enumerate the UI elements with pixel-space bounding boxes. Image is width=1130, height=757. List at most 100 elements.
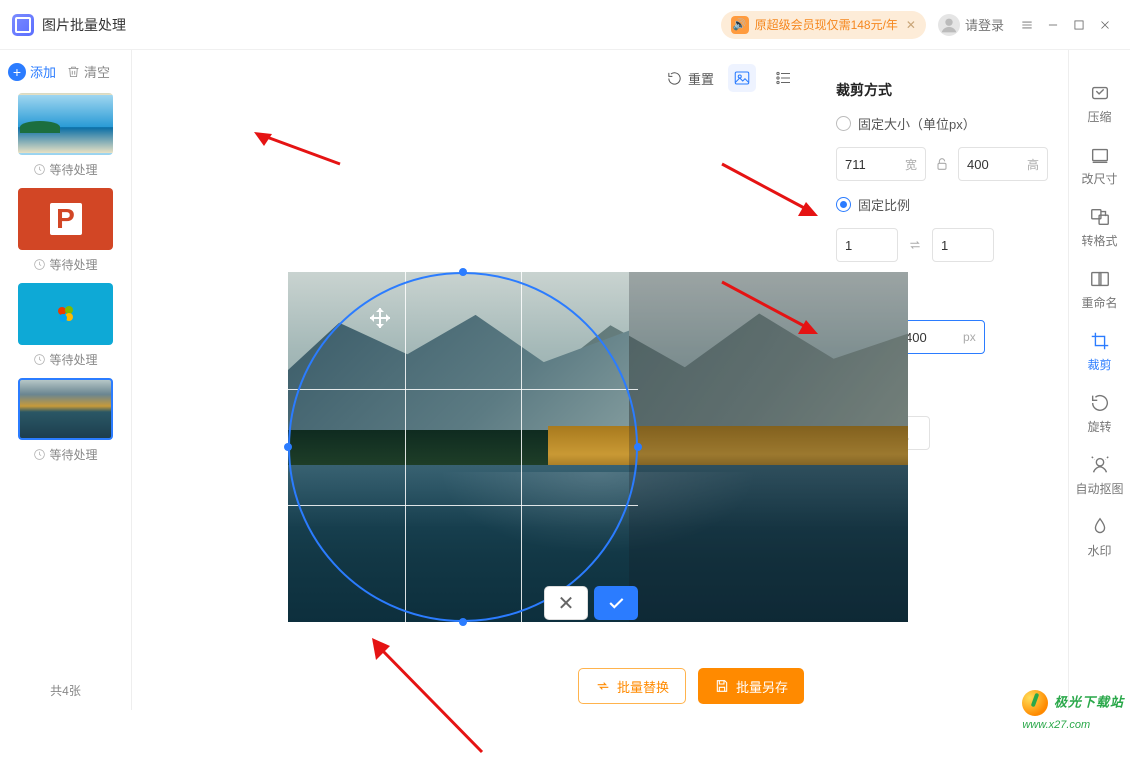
watermark-icon [1089,516,1111,538]
width-input[interactable] [837,157,897,172]
crop-handle[interactable] [284,443,292,451]
tool-rename[interactable]: 重命名 [1075,260,1125,318]
radio-fixed-ratio-label: 固定比例 [858,195,910,214]
ratio-b-input[interactable] [933,238,993,253]
login-text: 请登录 [965,15,1004,34]
height-input-box[interactable]: 高 [958,147,1048,181]
tool-compress[interactable]: 压缩 [1075,74,1125,132]
crop-handle[interactable] [459,618,467,626]
clock-icon [33,258,46,271]
clock-icon [33,163,46,176]
radius-input-box[interactable]: px [896,320,985,354]
clock-icon [33,448,46,461]
crop-selection[interactable] [288,272,638,622]
radio-fixed-size-label: 固定大小（单位px） [858,114,976,133]
clock-icon [33,353,46,366]
clear-button[interactable]: 清空 [66,62,110,81]
site-watermark: 极光下载站 www.x27.com [1022,690,1124,731]
thumb-item[interactable]: 等待处理 [10,93,121,178]
reset-label: 重置 [688,69,714,88]
thumb-image: P [18,188,113,250]
replace-icon [595,678,611,694]
tool-watermark[interactable]: 水印 [1075,508,1125,566]
thumb-item[interactable]: 等待处理 [10,378,121,463]
ratio-b-input-box[interactable] [932,228,994,262]
thumb-status: 等待处理 [10,351,121,368]
reset-button[interactable]: 重置 [666,69,714,88]
radio-icon [836,197,851,212]
tool-resize[interactable]: 改尺寸 [1075,136,1125,194]
radius-suffix: px [955,330,984,344]
plus-icon: + [8,63,26,81]
batch-replace-button[interactable]: 批量替换 [578,668,686,704]
batch-save-label: 批量另存 [736,677,788,696]
radio-fixed-size[interactable]: 固定大小（单位px） [836,114,1050,133]
batch-replace-label: 批量替换 [617,677,669,696]
add-label: 添加 [30,62,56,81]
app-logo-icon [12,14,34,36]
menu-button[interactable] [1014,12,1040,38]
login-button[interactable]: 请登录 [938,14,1004,36]
view-image-button[interactable] [728,64,756,92]
thumb-image [18,378,113,440]
maximize-button[interactable] [1066,12,1092,38]
close-button[interactable] [1092,12,1118,38]
watermark-logo-icon [1022,690,1048,716]
tool-rotate[interactable]: 旋转 [1075,384,1125,442]
crop-handle[interactable] [634,443,642,451]
lock-icon[interactable] [934,156,950,172]
tool-convert[interactable]: 转格式 [1075,198,1125,256]
move-cursor-icon [370,308,390,328]
image-icon [733,69,751,87]
crop-icon [1089,330,1111,352]
section-crop-method: 裁剪方式 [836,80,1050,100]
height-input[interactable] [959,157,1019,172]
radio-icon [836,116,851,131]
user-icon [938,14,960,36]
annotation-arrow [362,634,492,754]
thumbnail-sidebar: + 添加 清空 等待处理 P 等待处理 等待处理 [0,50,132,710]
add-button[interactable]: + 添加 [8,62,56,81]
convert-icon [1089,206,1111,228]
thumb-status: 等待处理 [10,446,121,463]
promo-banner[interactable]: 🔊 原超级会员现仅需148元/年 ✕ [721,11,926,39]
thumb-image [18,283,113,345]
rotate-icon [1089,392,1111,414]
height-suffix: 高 [1019,156,1047,173]
reset-icon [666,70,683,87]
thumb-item[interactable]: P 等待处理 [10,188,121,273]
tool-crop[interactable]: 裁剪 [1075,322,1125,380]
tool-cutout[interactable]: 自动抠图 [1075,446,1125,504]
clear-label: 清空 [84,62,110,81]
list-icon [775,69,793,87]
close-icon[interactable]: ✕ [906,18,916,32]
width-suffix: 宽 [897,156,925,173]
crop-cancel-button[interactable]: ✕ [544,586,588,620]
sound-icon: 🔊 [731,16,749,34]
thumb-status: 等待处理 [10,161,121,178]
compress-icon [1089,82,1111,104]
thumb-item[interactable]: 等待处理 [10,283,121,368]
app-title: 图片批量处理 [42,15,126,35]
annotation-arrow [252,130,342,170]
editor-area: 重置 [132,50,818,710]
image-canvas[interactable]: ✕ [288,272,908,622]
swap-icon[interactable] [906,238,924,252]
crop-confirm-button[interactable] [594,586,638,620]
footer-count: 共4张 [0,670,131,710]
batch-save-button[interactable]: 批量另存 [698,668,804,704]
thumb-status: 等待处理 [10,256,121,273]
radio-fixed-ratio[interactable]: 固定比例 [836,195,1050,214]
thumb-image [18,93,113,155]
width-input-box[interactable]: 宽 [836,147,926,181]
title-bar: 图片批量处理 🔊 原超级会员现仅需148元/年 ✕ 请登录 [0,0,1130,50]
cutout-icon [1089,454,1111,476]
tool-rail: 压缩 改尺寸 转格式 重命名 裁剪 旋转 自动抠图 水印 [1068,50,1130,710]
minimize-button[interactable] [1040,12,1066,38]
promo-text: 原超级会员现仅需148元/年 [755,16,898,33]
view-list-button[interactable] [770,64,798,92]
ratio-a-input[interactable] [837,238,897,253]
ratio-a-input-box[interactable] [836,228,898,262]
crop-handle[interactable] [459,268,467,276]
resize-icon [1089,144,1111,166]
